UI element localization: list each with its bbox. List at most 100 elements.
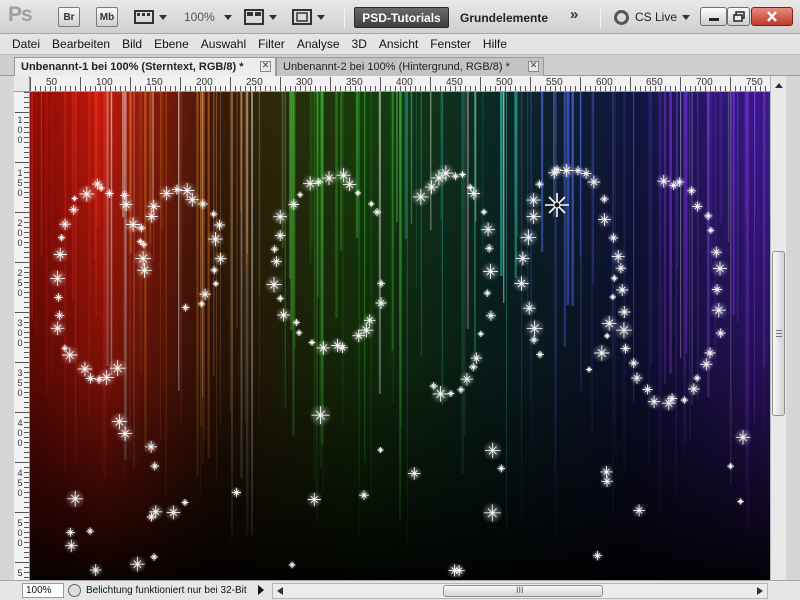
close-tab-icon[interactable]: ✕ — [528, 61, 539, 72]
menu-filter[interactable]: Filter — [252, 37, 291, 51]
sparkle-star — [607, 231, 620, 245]
sparkle-star — [585, 365, 593, 374]
bridge-button[interactable]: Br — [58, 7, 80, 27]
ruler-tick — [365, 86, 366, 91]
close-tab-icon[interactable]: ✕ — [260, 61, 271, 72]
menu-auswahl[interactable]: Auswahl — [195, 37, 252, 51]
sparkle-star — [702, 210, 714, 222]
sparkle-star — [271, 207, 290, 226]
sparkle-star — [305, 490, 323, 509]
ruler-tick — [635, 86, 636, 91]
horizontal-scrollbar[interactable]: III — [272, 583, 768, 599]
ruler-label: 5 — [17, 378, 23, 388]
arrange-documents-button[interactable] — [244, 7, 277, 27]
ruler-tick — [15, 212, 29, 213]
sparkle-star — [196, 197, 210, 211]
ruler-tick — [135, 86, 136, 91]
cs-live-menu[interactable]: CS Live — [614, 7, 691, 27]
ruler-tick — [765, 86, 766, 91]
horizontal-scroll-thumb[interactable]: III — [443, 585, 603, 597]
sparkle-star — [67, 203, 80, 217]
ruler-tick — [55, 86, 56, 91]
sparkle-star — [48, 319, 67, 338]
ruler-tick — [24, 182, 29, 183]
document-info-icon[interactable] — [68, 584, 81, 597]
restore-button[interactable] — [727, 7, 750, 26]
ruler-tick — [465, 86, 466, 91]
ruler-tick — [610, 86, 611, 91]
ruler-tick — [24, 222, 29, 223]
more-workspaces-button[interactable]: » — [570, 6, 578, 23]
sparkle-star — [164, 503, 183, 522]
sparkle-star — [518, 227, 539, 248]
menu-analyse[interactable]: Analyse — [291, 37, 346, 51]
document-canvas[interactable] — [30, 92, 770, 580]
sparkle-star — [686, 381, 702, 397]
ruler-tick — [24, 307, 29, 308]
minibridge-button[interactable]: Mb — [96, 7, 118, 27]
close-window-button[interactable] — [751, 7, 793, 26]
ruler-tick — [170, 86, 171, 91]
ruler-tick — [280, 77, 281, 91]
ruler-label: 3 — [17, 368, 23, 378]
menu-hilfe[interactable]: Hilfe — [477, 37, 513, 51]
ruler-tick — [80, 77, 81, 91]
vertical-scrollbar[interactable] — [770, 76, 786, 580]
menu-3d[interactable]: 3D — [346, 37, 373, 51]
ruler-tick — [24, 242, 29, 243]
vertical-ruler[interactable]: 1 0 0 1 5 0 2 0 0 2 5 0 3 0 0 3 5 0 4 0 … — [14, 92, 30, 580]
ruler-tick — [380, 77, 381, 91]
sparkle-star — [616, 304, 632, 320]
scroll-up-icon[interactable] — [772, 80, 786, 92]
ruler-label: 5 — [17, 568, 23, 578]
menu-bild[interactable]: Bild — [116, 37, 148, 51]
ruler-tick — [50, 86, 51, 91]
sparkle-star — [350, 327, 367, 344]
menu-bearbeiten[interactable]: Bearbeiten — [46, 37, 116, 51]
ruler-origin[interactable] — [14, 76, 30, 92]
menu-datei[interactable]: Datei — [0, 37, 46, 51]
horizontal-ruler[interactable]: 50 100 150 200 250 300 350 400 450 500 5… — [14, 76, 770, 92]
sparkle-star — [614, 261, 628, 275]
minimize-button[interactable] — [700, 7, 727, 26]
screen-mode-button[interactable] — [292, 7, 325, 27]
sparkle-star — [406, 465, 423, 482]
ruler-label: 0 — [17, 488, 23, 498]
scroll-left-icon[interactable] — [277, 587, 283, 595]
ruler-tick — [410, 86, 411, 91]
ruler-tick — [30, 77, 31, 91]
extras-menu-button[interactable] — [134, 7, 167, 27]
menu-ebene[interactable]: Ebene — [148, 37, 195, 51]
ruler-tick — [24, 497, 29, 498]
workspace-psd-tutorials-button[interactable]: PSD-Tutorials — [354, 7, 449, 28]
ruler-tick — [375, 86, 376, 91]
ruler-tick — [24, 382, 29, 383]
zoom-input[interactable]: 100% — [22, 583, 64, 598]
sparkle-star — [135, 260, 154, 280]
ruler-tick — [665, 86, 666, 91]
sparkle-star — [619, 342, 632, 356]
ruler-tick — [24, 167, 29, 168]
ruler-tick — [90, 86, 91, 91]
tab-unbenannt-2[interactable]: Unbenannt-2 bei 100% (Hintergrund, RGB/8… — [276, 57, 544, 76]
chevron-down-icon — [317, 14, 325, 20]
workspace-grundelemente-button[interactable]: Grundelemente — [460, 8, 548, 28]
ruler-tick — [24, 287, 29, 288]
status-menu-arrow-icon[interactable] — [258, 585, 264, 595]
ruler-tick — [24, 232, 29, 233]
ruler-tick — [605, 86, 606, 91]
ruler-tick — [24, 137, 29, 138]
ruler-tick — [535, 86, 536, 91]
ruler-tick — [24, 177, 29, 178]
sparkle-star — [614, 282, 630, 298]
vertical-scroll-thumb[interactable] — [772, 251, 785, 416]
scroll-right-icon[interactable] — [757, 587, 763, 595]
menu-fenster[interactable]: Fenster — [424, 37, 477, 51]
ruler-tick — [24, 157, 29, 158]
ruler-label: 5 — [17, 178, 23, 188]
zoom-level-dropdown[interactable]: 100% — [184, 7, 232, 27]
tab-unbenannt-1[interactable]: Unbenannt-1 bei 100% (Sterntext, RGB/8) … — [14, 57, 276, 76]
menu-ansicht[interactable]: Ansicht — [373, 37, 424, 51]
ruler-tick — [440, 86, 441, 91]
ruler-tick — [400, 86, 401, 91]
